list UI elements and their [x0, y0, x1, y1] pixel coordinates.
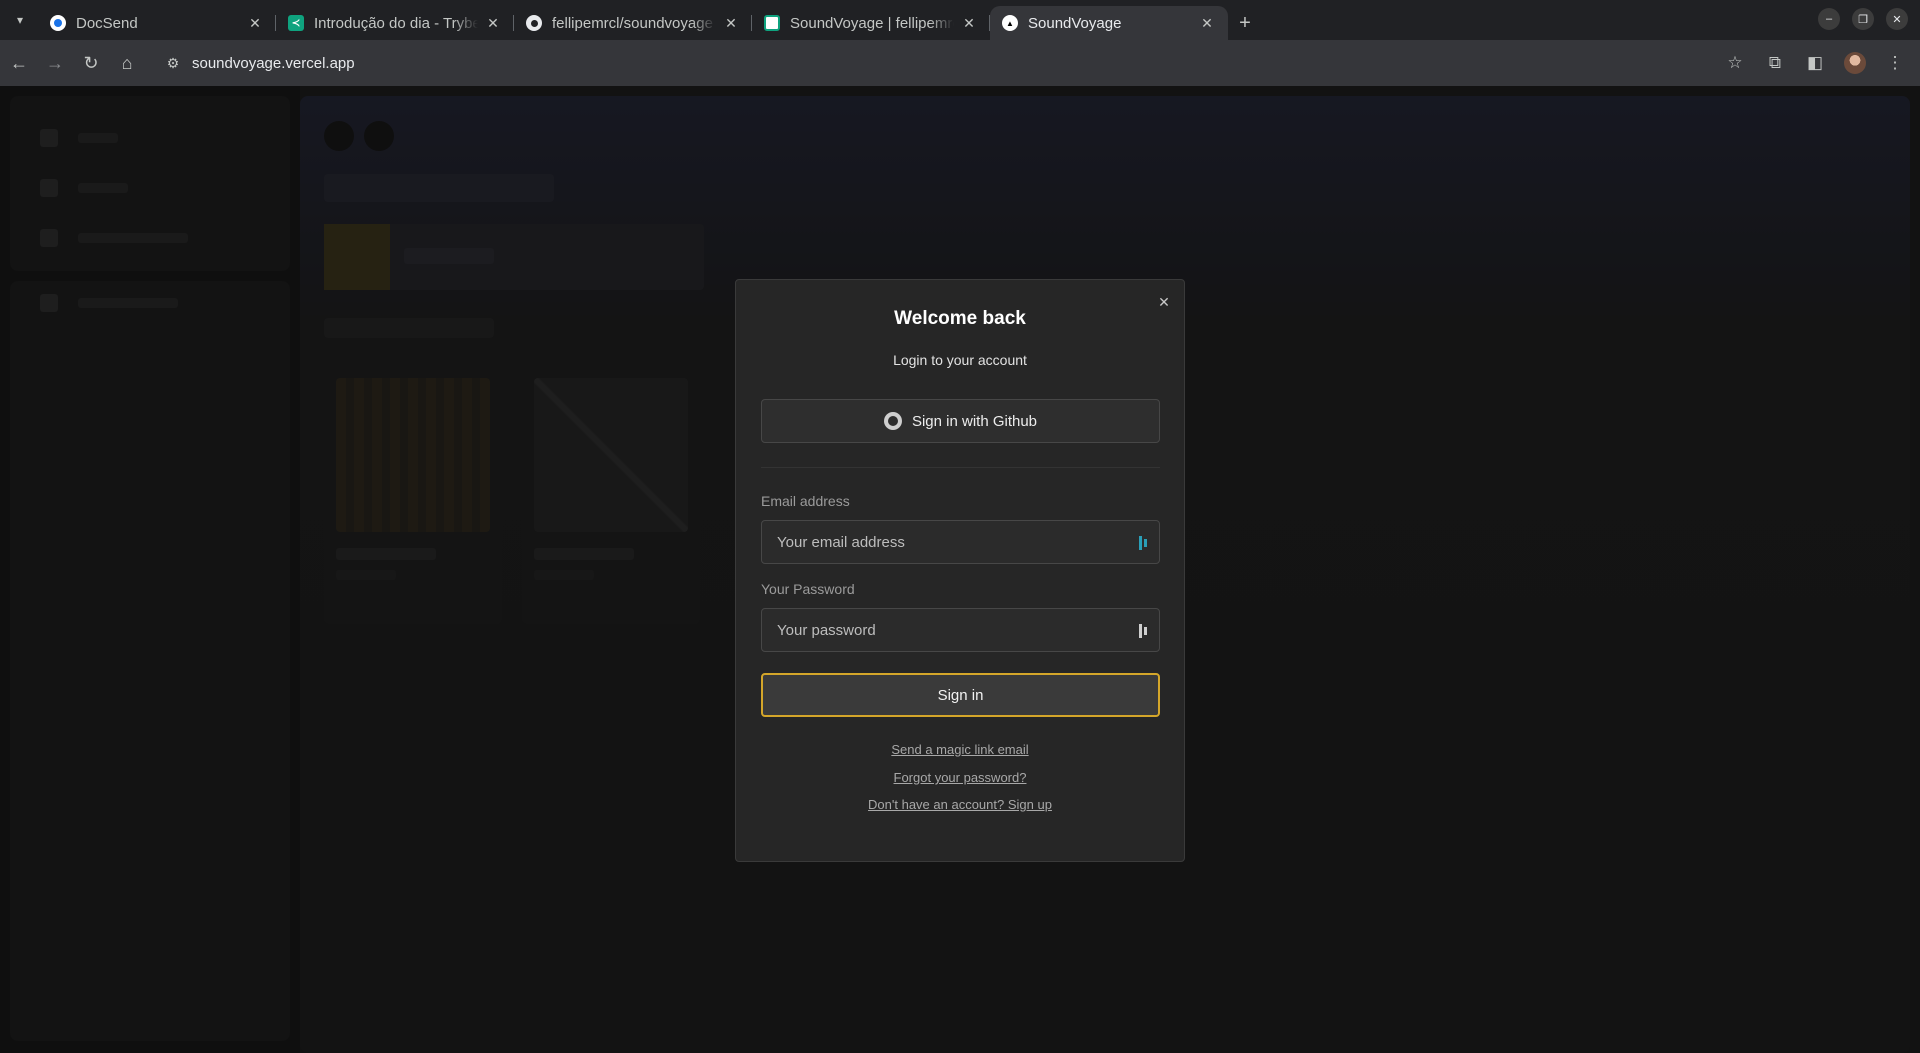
- close-window-icon[interactable]: ✕: [1886, 8, 1908, 30]
- tab-trybe[interactable]: ≺ Introdução do dia - Trybe ✕: [276, 6, 514, 40]
- address-bar[interactable]: ⚙ soundvoyage.vercel.app: [156, 46, 1716, 80]
- email-field-wrapper: [761, 520, 1160, 564]
- chart-favicon-icon: [764, 15, 780, 31]
- new-tab-plus-icon[interactable]: +: [1228, 6, 1262, 40]
- forward-arrow-icon[interactable]: →: [38, 46, 72, 80]
- divider: [761, 467, 1160, 468]
- pm-bar: [1139, 624, 1142, 638]
- home-icon[interactable]: ⌂: [110, 46, 144, 80]
- password-field[interactable]: [762, 609, 1159, 651]
- window-controls: – ❐ ✕: [1818, 8, 1920, 30]
- password-field-wrapper: [761, 608, 1160, 652]
- kebab-menu-icon[interactable]: ⋮: [1878, 46, 1912, 80]
- minimize-icon[interactable]: –: [1818, 8, 1840, 30]
- github-signin-label: Sign in with Github: [911, 412, 1038, 430]
- tab-github[interactable]: fellipemrcl/soundvoyage ✕: [514, 6, 752, 40]
- tab-close-icon[interactable]: ✕: [484, 14, 502, 32]
- bookmark-star-icon[interactable]: ☆: [1718, 46, 1752, 80]
- site-info-icon[interactable]: ⚙: [156, 46, 190, 80]
- tab-title: Introdução do dia - Trybe: [314, 14, 478, 32]
- password-manager-icon[interactable]: [1139, 536, 1151, 550]
- signup-link[interactable]: Don't have an account? Sign up: [736, 797, 1184, 812]
- side-panel-icon[interactable]: ◧: [1798, 46, 1832, 80]
- page-viewport: ✕ Welcome back Login to your account Sig…: [0, 86, 1920, 1053]
- github-signin-button[interactable]: Sign in with Github: [761, 399, 1160, 443]
- signin-button[interactable]: Sign in: [761, 673, 1160, 717]
- login-modal: ✕ Welcome back Login to your account Sig…: [735, 279, 1185, 862]
- tab-soundvoyage-repo[interactable]: SoundVoyage | fellipemrcl ✕: [752, 6, 990, 40]
- email-label: Email address: [761, 493, 850, 509]
- tab-title: DocSend: [76, 14, 138, 32]
- password-label: Your Password: [761, 581, 855, 597]
- avatar: [1844, 52, 1866, 74]
- tab-search-chevron-icon[interactable]: ▾: [8, 8, 32, 32]
- vercel-favicon-icon: ▲: [1002, 15, 1018, 31]
- browser-tab-bar: ▾ DocSend ✕ ≺ Introdução do dia - Trybe …: [0, 0, 1920, 40]
- tab-docsend[interactable]: DocSend ✕: [38, 6, 276, 40]
- github-icon: [883, 412, 902, 430]
- profile-avatar[interactable]: [1838, 46, 1872, 80]
- docsend-favicon-icon: [50, 15, 66, 31]
- tab-title: SoundVoyage | fellipemrcl: [790, 14, 954, 32]
- tab-close-icon[interactable]: ✕: [722, 14, 740, 32]
- email-field[interactable]: [762, 521, 1159, 563]
- back-arrow-icon[interactable]: ←: [2, 46, 36, 80]
- tab-soundvoyage[interactable]: ▲ SoundVoyage ✕: [990, 6, 1228, 40]
- magic-link[interactable]: Send a magic link email: [736, 742, 1184, 757]
- tab-title: SoundVoyage: [1028, 14, 1122, 32]
- tab-close-icon[interactable]: ✕: [1198, 14, 1216, 32]
- password-manager-icon[interactable]: [1139, 624, 1151, 638]
- tab-close-icon[interactable]: ✕: [960, 14, 978, 32]
- reload-icon[interactable]: ↻: [74, 46, 108, 80]
- url-text[interactable]: soundvoyage.vercel.app: [192, 55, 355, 72]
- pm-bar: [1139, 536, 1142, 550]
- modal-subtitle: Login to your account: [893, 352, 1027, 368]
- tab-close-icon[interactable]: ✕: [246, 14, 264, 32]
- browser-toolbar: ← → ↻ ⌂ ⚙ soundvoyage.vercel.app ☆ ⧉ ◧ ⋮: [0, 40, 1920, 86]
- forgot-password-link[interactable]: Forgot your password?: [736, 770, 1184, 785]
- trybe-favicon-icon: ≺: [288, 15, 304, 31]
- modal-title: Welcome back: [894, 308, 1026, 329]
- pm-bar: [1144, 539, 1147, 547]
- tab-title: fellipemrcl/soundvoyage: [552, 14, 713, 32]
- restore-icon[interactable]: ❐: [1852, 8, 1874, 30]
- toolbar-right-actions: ☆ ⧉ ◧ ⋮: [1718, 46, 1912, 80]
- extensions-puzzle-icon[interactable]: ⧉: [1758, 46, 1792, 80]
- github-favicon-icon: [526, 15, 542, 31]
- tab-strip: DocSend ✕ ≺ Introdução do dia - Trybe ✕ …: [38, 6, 1262, 40]
- pm-bar: [1144, 627, 1147, 635]
